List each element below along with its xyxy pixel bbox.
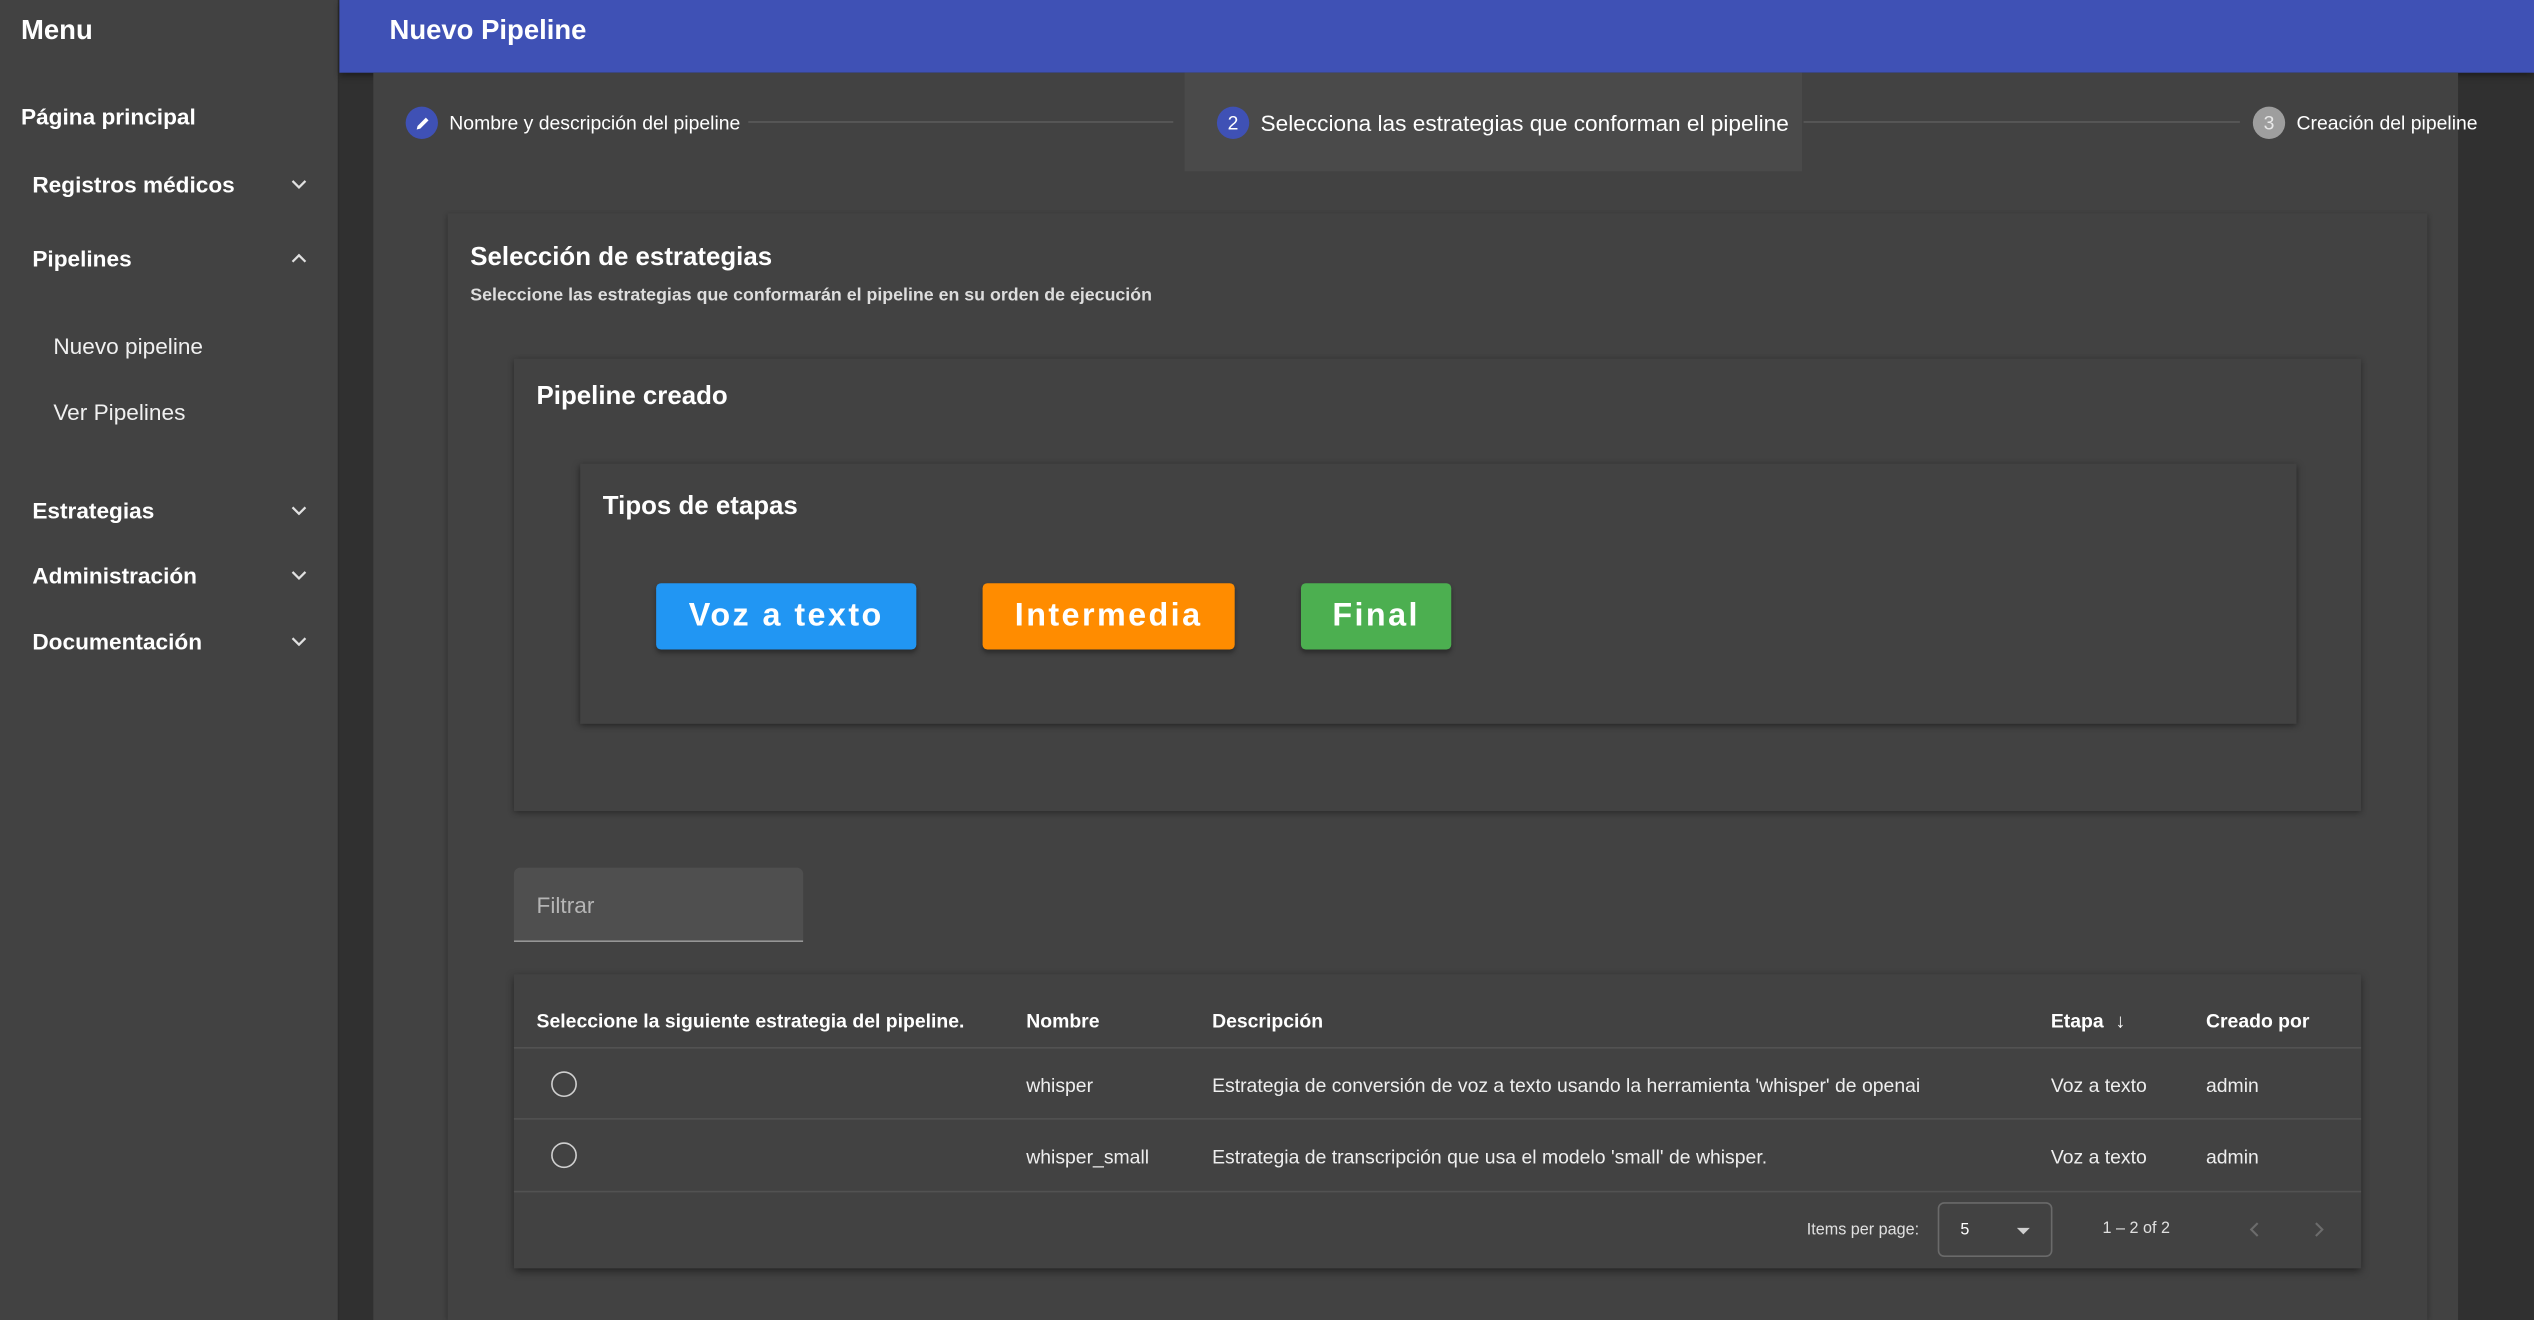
row-divider: [513, 1046, 2362, 1049]
app-toolbar: Nuevo Pipeline: [339, 0, 2534, 73]
step-number: 2: [1216, 106, 1250, 139]
chevron-down-icon: [289, 174, 308, 193]
sidebar-item-new-pipeline[interactable]: Nuevo pipeline: [53, 333, 203, 359]
chevron-down-icon: [289, 632, 308, 651]
sort-arrow-down-icon: ↓: [2115, 1009, 2126, 1033]
cell-created-by: admin: [2205, 1145, 2259, 1169]
step-connector: [1803, 121, 2240, 123]
sidebar-group-administration[interactable]: Administración: [32, 556, 315, 595]
stage-chip-final[interactable]: Final: [1300, 583, 1452, 650]
cell-stage: Voz a texto: [2050, 1074, 2147, 1098]
sidebar-group-label: Pipelines: [32, 245, 132, 272]
cell-name: whisper_small: [1026, 1145, 1150, 1169]
chevron-down-icon: [289, 501, 308, 520]
sidebar-item-home[interactable]: Página principal: [21, 103, 196, 129]
sidebar-group-label: Documentación: [32, 628, 203, 655]
strategies-table: Seleccione la siguiente estrategia del p…: [513, 974, 2362, 1269]
sidebar-group-medical-records[interactable]: Registros médicos: [32, 165, 315, 204]
sidebar-group-documentation[interactable]: Documentación: [32, 622, 315, 661]
stage-types-title: Tipos de etapas: [602, 492, 798, 521]
cell-stage: Voz a texto: [2050, 1145, 2147, 1169]
step-label: Selecciona las estrategias que conforman…: [1260, 109, 1789, 136]
sidebar: Menu Página principal Registros médicos …: [0, 0, 340, 1320]
chevron-right-icon: [2315, 1222, 2324, 1237]
page-range-label: 1 – 2 of 2: [2102, 1219, 2170, 1238]
previous-page-button[interactable]: [2242, 1217, 2268, 1243]
page-size-value: 5: [1960, 1221, 1970, 1240]
cell-name: whisper: [1026, 1074, 1094, 1098]
sidebar-group-label: Administración: [32, 562, 198, 589]
selection-subtitle: Seleccione las estrategias que conformar…: [470, 285, 1152, 306]
column-header-name[interactable]: Nombre: [1026, 1010, 1099, 1033]
page-size-select[interactable]: 5: [1937, 1202, 2053, 1258]
row-radio-button[interactable]: [551, 1142, 577, 1169]
selection-title: Selección de estrategias: [470, 243, 773, 272]
sidebar-group-pipelines[interactable]: Pipelines: [32, 239, 315, 278]
items-per-page-label: Items per page:: [1806, 1221, 1920, 1240]
step-number: 3: [2252, 106, 2286, 139]
step-select-strategies[interactable]: 2 Selecciona las estrategias que conform…: [1216, 106, 1789, 139]
stage-chip-speech-to-text[interactable]: Voz a texto: [656, 583, 917, 650]
filter-field[interactable]: [513, 867, 804, 942]
filter-input[interactable]: [513, 867, 804, 941]
sidebar-item-view-pipelines[interactable]: Ver Pipelines: [53, 399, 185, 425]
step-pipeline-creation[interactable]: 3 Creación del pipeline: [2252, 106, 2478, 139]
pipeline-created-title: Pipeline creado: [536, 382, 728, 411]
cell-created-by: admin: [2205, 1074, 2259, 1098]
chevron-up-icon: [289, 249, 308, 268]
chevron-left-icon: [2249, 1222, 2259, 1237]
sidebar-group-label: Estrategias: [32, 497, 155, 524]
sidebar-group-label: Registros médicos: [32, 171, 235, 198]
step-label: Creación del pipeline: [2296, 111, 2478, 135]
row-divider: [513, 1190, 2362, 1193]
column-header-description[interactable]: Descripción: [1212, 1010, 1323, 1033]
dropdown-arrow-icon: [2016, 1227, 2030, 1235]
column-header-stage[interactable]: Etapa ↓: [2051, 1010, 2125, 1033]
page-title: Nuevo Pipeline: [389, 14, 587, 46]
pencil-icon: [405, 106, 438, 139]
row-divider: [513, 1118, 2362, 1120]
chevron-down-icon: [289, 565, 308, 584]
sidebar-group-strategies[interactable]: Estrategias: [32, 491, 315, 530]
cell-description: Estrategia de conversión de voz a texto …: [1212, 1074, 1921, 1098]
cell-description: Estrategia de transcripción que usa el m…: [1212, 1145, 1768, 1169]
step-connector: [748, 121, 1174, 123]
column-header-created-by[interactable]: Creado por: [2206, 1010, 2309, 1033]
step-label: Nombre y descripción del pipeline: [449, 111, 741, 135]
column-header-label: Etapa: [2050, 1009, 2104, 1033]
row-radio-button[interactable]: [551, 1071, 577, 1098]
step-name-description[interactable]: Nombre y descripción del pipeline: [405, 106, 741, 139]
stage-chip-intermediate[interactable]: Intermedia: [982, 583, 1235, 650]
next-page-button[interactable]: [2306, 1217, 2332, 1243]
column-header-select: Seleccione la siguiente estrategia del p…: [536, 1009, 965, 1033]
menu-title: Menu: [21, 14, 93, 46]
